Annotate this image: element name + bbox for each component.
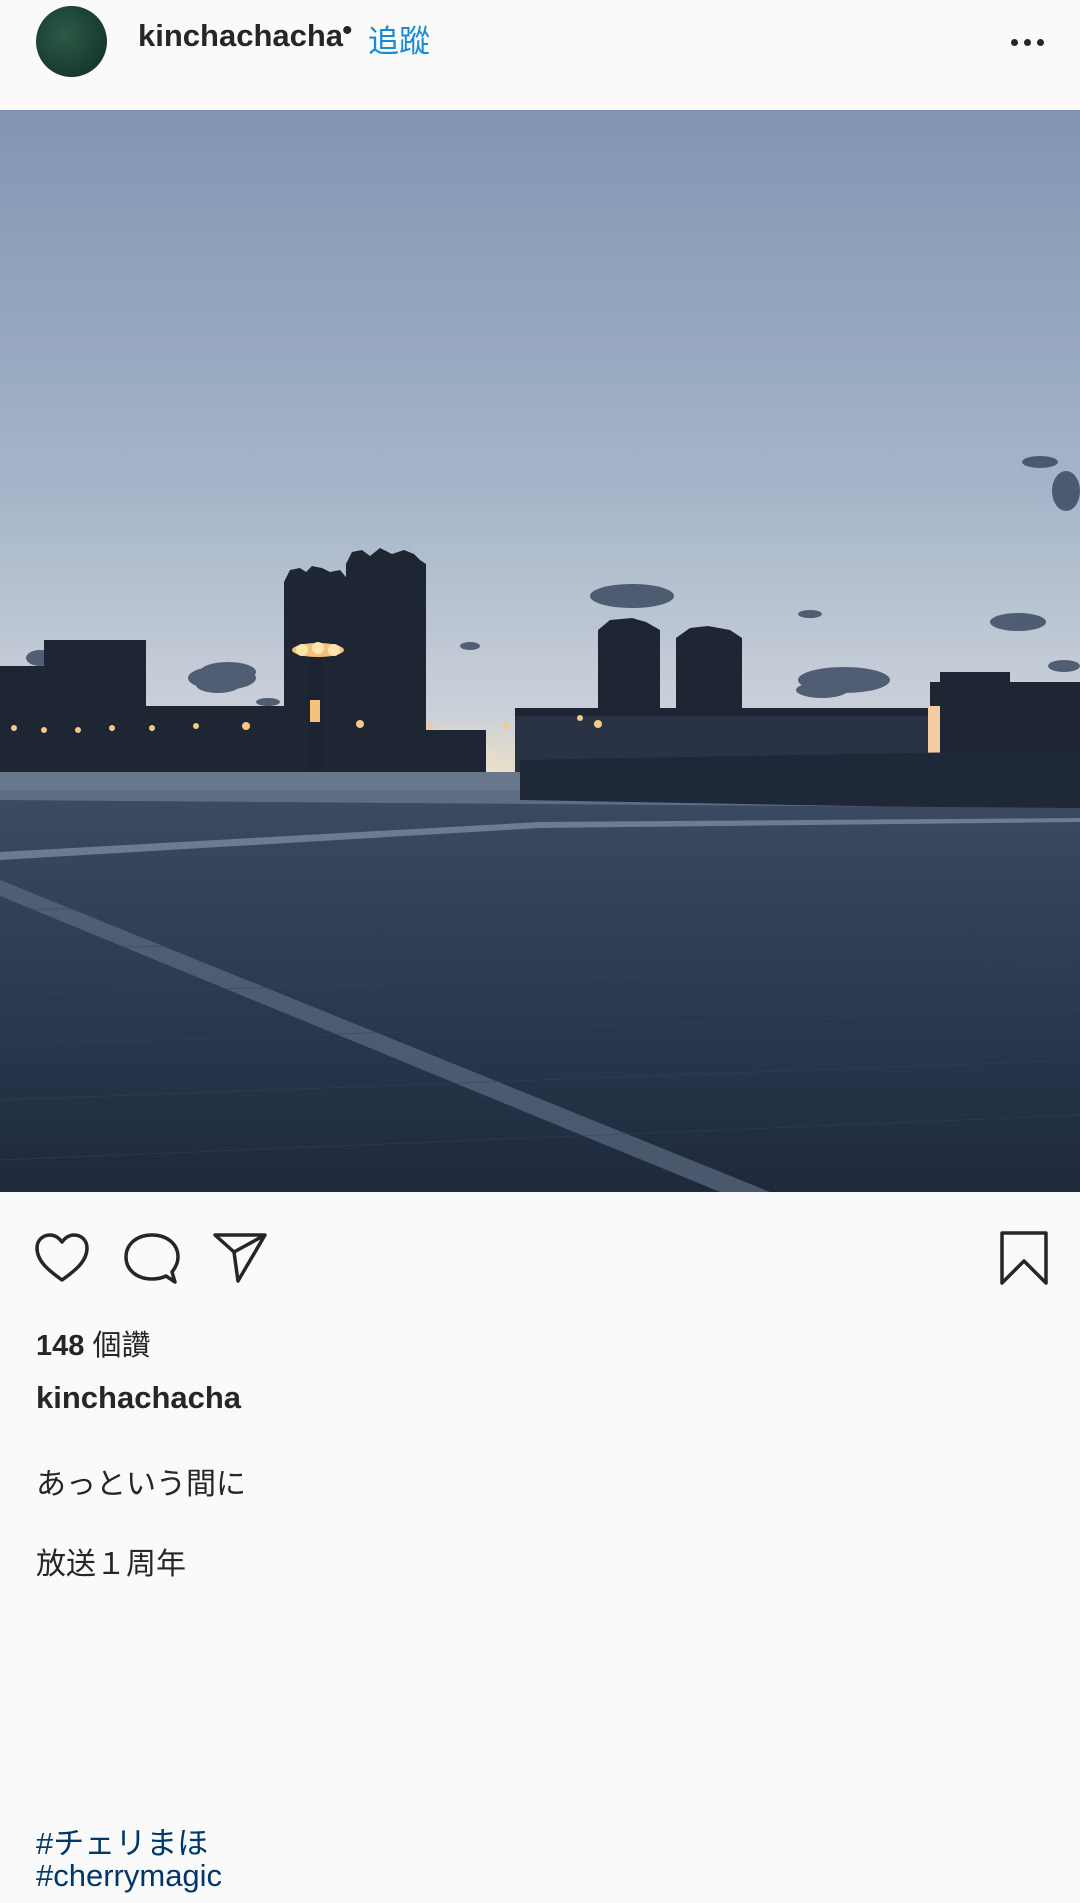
- action-bar: [0, 1192, 1080, 1332]
- separator-dot: •: [342, 14, 353, 47]
- post-image[interactable]: [0, 110, 1080, 1192]
- avatar[interactable]: [36, 6, 107, 77]
- follow-button[interactable]: 追蹤: [368, 16, 430, 61]
- caption-username[interactable]: kinchachacha: [36, 1380, 241, 1416]
- hashtag-link[interactable]: #チェリまほ: [36, 1818, 208, 1863]
- post-header: kinchachacha • 追蹤: [0, 0, 1080, 110]
- post-username[interactable]: kinchachacha: [138, 18, 343, 54]
- city-dusk-photo: [0, 110, 1080, 1192]
- likes-number: 148: [36, 1330, 85, 1362]
- more-dot: [1024, 38, 1031, 46]
- comment-icon[interactable]: [124, 1232, 180, 1291]
- caption-line-1: あっという間に: [36, 1468, 246, 1501]
- likes-suffix: 個讚: [84, 1330, 151, 1362]
- more-dot: [1037, 38, 1044, 46]
- caption-line-2: 放送１周年: [36, 1548, 186, 1581]
- more-options-icon[interactable]: [984, 20, 1044, 64]
- likes-count[interactable]: 148 個讚: [36, 1322, 150, 1364]
- heart-icon[interactable]: [34, 1232, 90, 1289]
- hashtag-link[interactable]: #cherrymagic: [36, 1858, 222, 1894]
- more-dot: [1011, 38, 1018, 46]
- bookmark-icon[interactable]: [998, 1230, 1050, 1291]
- send-icon[interactable]: [212, 1230, 268, 1289]
